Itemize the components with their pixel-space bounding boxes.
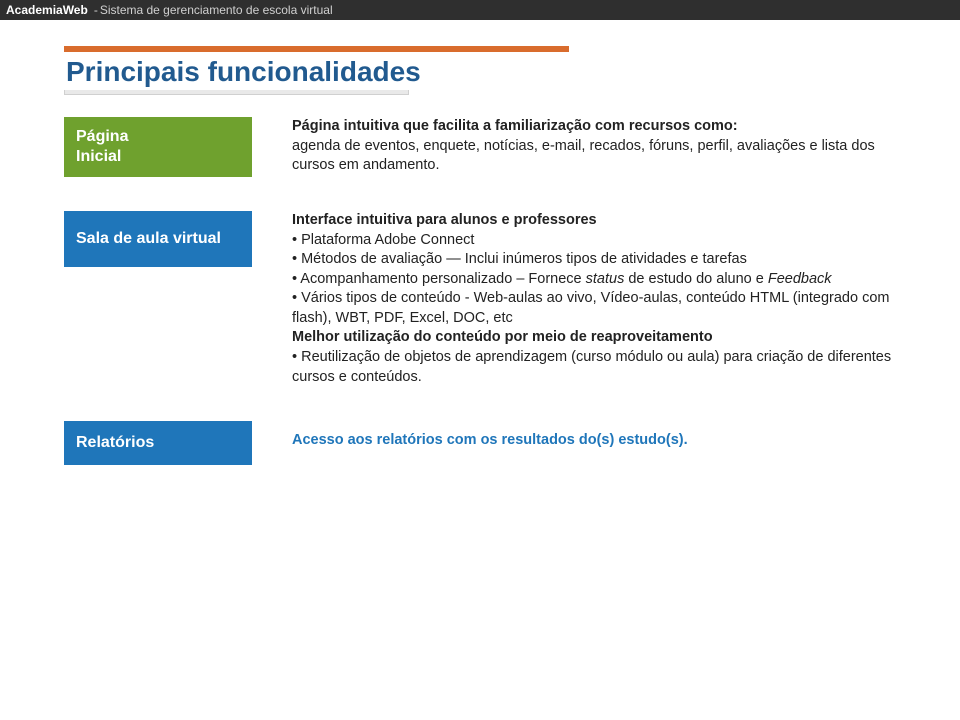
desc-sala-b3-em: status xyxy=(586,271,625,287)
desc-pagina-inicial-body: agenda de eventos, enquete, notícias, e-… xyxy=(292,138,875,174)
label-pagina-inicial: Página Inicial xyxy=(64,117,252,177)
topbar-separator: - xyxy=(94,3,98,17)
topbar-brand: AcademiaWeb xyxy=(6,3,88,17)
desc-sala: Interface intuitiva para alunos e profes… xyxy=(252,211,960,387)
desc-sala-b5: • Reutilização de objetos de aprendizage… xyxy=(292,349,891,385)
accent-strip xyxy=(64,46,569,52)
row-pagina-inicial: Página Inicial Página intuitiva que faci… xyxy=(64,117,960,177)
desc-sala-b3-em2: Feedback xyxy=(768,271,832,287)
desc-sala-b3a: • Acompanhamento personalizado – Fornece xyxy=(292,271,586,287)
row-relatorios: Relatórios Acesso aos relatórios com os … xyxy=(64,421,960,465)
label-relatorios: Relatórios xyxy=(64,421,252,465)
desc-sala-b1: • Plataforma Adobe Connect xyxy=(292,232,474,248)
desc-sala-sublead: Melhor utilização do conteúdo por meio d… xyxy=(292,329,713,345)
label-pagina-inicial-line1: Página xyxy=(76,128,128,145)
label-sala: Sala de aula virtual xyxy=(64,211,252,267)
desc-sala-b2: • Métodos de avaliação — Inclui inúmeros… xyxy=(292,251,747,267)
desc-pagina-inicial: Página intuitiva que facilita a familiar… xyxy=(252,117,960,176)
topbar: AcademiaWeb - Sistema de gerenciamento d… xyxy=(0,0,960,20)
content: Página Inicial Página intuitiva que faci… xyxy=(64,117,960,465)
label-relatorios-text: Relatórios xyxy=(76,433,154,453)
desc-pagina-inicial-lead: Página intuitiva que facilita a familiar… xyxy=(292,118,738,134)
topbar-subtitle: Sistema de gerenciamento de escola virtu… xyxy=(100,3,333,17)
label-sala-text: Sala de aula virtual xyxy=(76,229,221,249)
label-pagina-inicial-line2: Inicial xyxy=(76,148,121,165)
desc-sala-b4: • Vários tipos de conteúdo - Web-aulas a… xyxy=(292,290,889,326)
desc-sala-lead: Interface intuitiva para alunos e profes… xyxy=(292,212,597,228)
desc-sala-b3b: de estudo do aluno e xyxy=(624,271,768,287)
desc-relatorios: Acesso aos relatórios com os resultados … xyxy=(252,421,960,451)
row-sala: Sala de aula virtual Interface intuitiva… xyxy=(64,211,960,387)
page-title: Principais funcionalidades xyxy=(64,54,427,90)
desc-relatorios-text: Acesso aos relatórios com os resultados … xyxy=(292,432,688,448)
